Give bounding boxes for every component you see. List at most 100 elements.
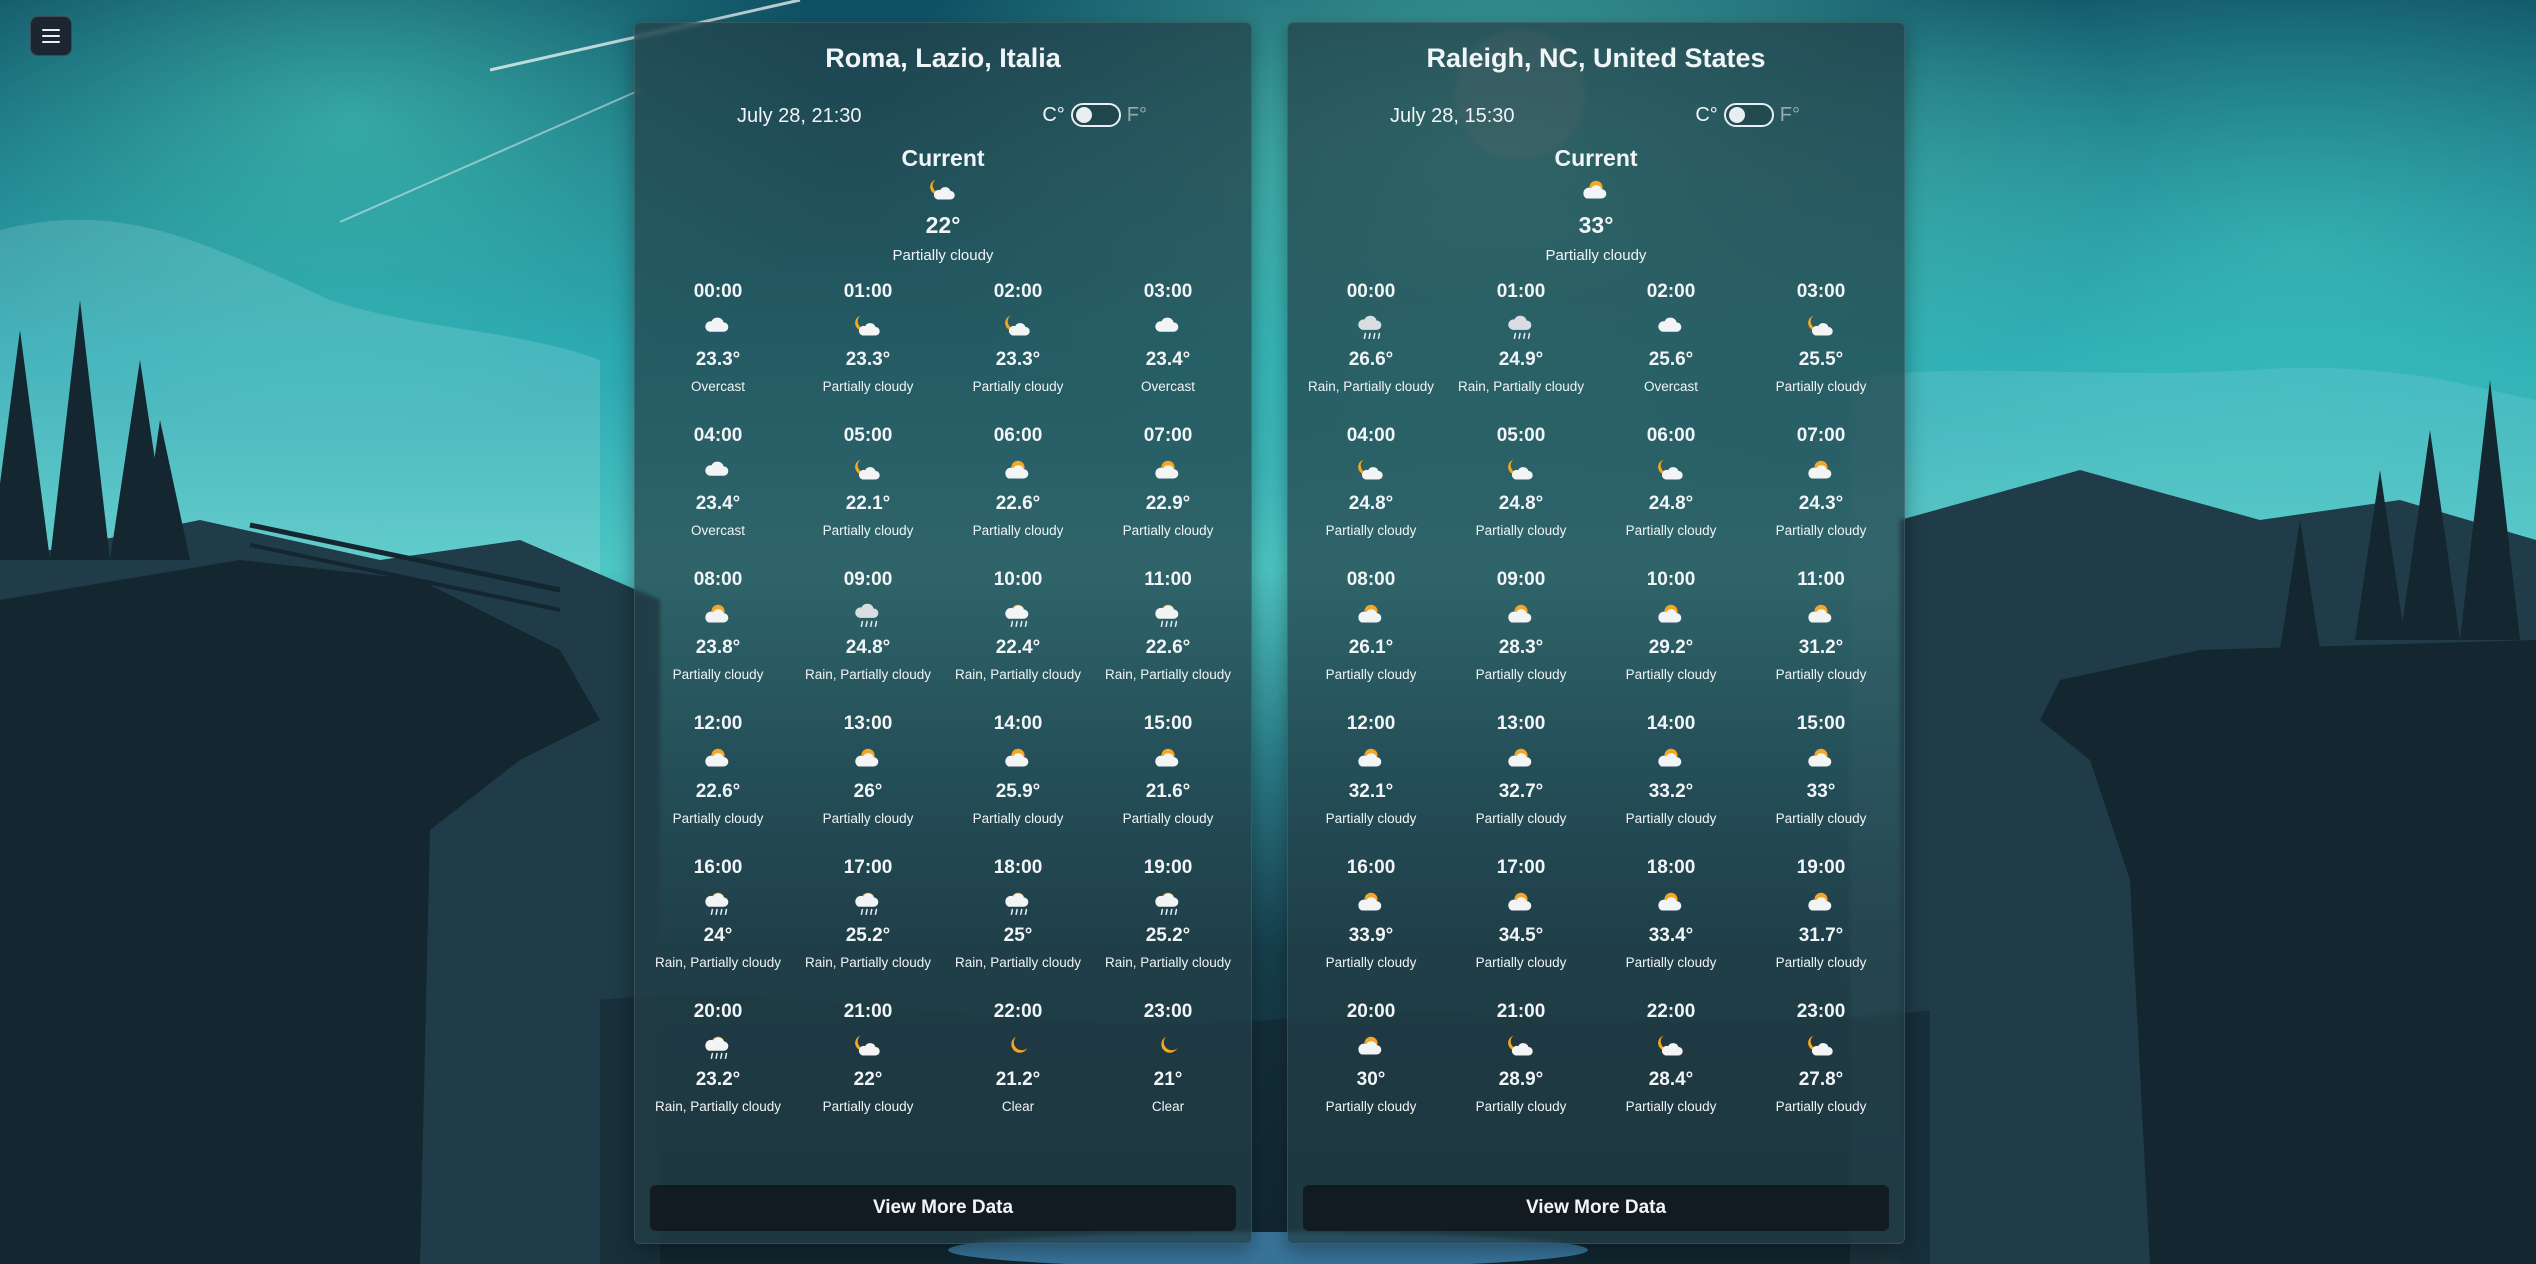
- hour-temp: 21.2°: [995, 1069, 1041, 1090]
- hourly-item: 12:00 32.1° Partially cloudy: [1296, 713, 1446, 857]
- hour-condition: Partially cloudy: [1625, 811, 1717, 826]
- day-partly-cloudy-icon: [1746, 887, 1896, 919]
- day-partly-cloudy-icon: [1446, 599, 1596, 631]
- hour-condition: Clear: [1001, 1099, 1035, 1114]
- local-datetime: July 28, 15:30: [1390, 105, 1515, 127]
- hour-temp: 22°: [853, 1069, 883, 1090]
- hourly-item: 01:00 23.3° Partially cloudy: [793, 281, 943, 425]
- hourly-item: 08:00 26.1° Partially cloudy: [1296, 569, 1446, 713]
- hour-temp: 23.3°: [695, 349, 741, 370]
- hourly-item: 13:00 26° Partially cloudy: [793, 713, 943, 857]
- hour-condition: Partially cloudy: [822, 523, 914, 538]
- hourly-item: 02:00 25.6° Overcast: [1596, 281, 1746, 425]
- view-more-button[interactable]: View More Data: [1303, 1185, 1889, 1231]
- hourly-item: 08:00 23.8° Partially cloudy: [643, 569, 793, 713]
- hour-time: 13:00: [1496, 713, 1546, 734]
- hourly-item: 19:00 31.7° Partially cloudy: [1746, 857, 1896, 1001]
- hour-time: 10:00: [993, 569, 1043, 590]
- day-partly-cloudy-icon: [1288, 176, 1904, 206]
- current-condition: Partially cloudy: [892, 247, 994, 264]
- hour-condition: Partially cloudy: [1775, 1099, 1867, 1114]
- hour-temp: 33°: [1806, 781, 1836, 802]
- hour-temp: 24°: [703, 925, 733, 946]
- current-condition: Partially cloudy: [1545, 247, 1647, 264]
- hour-condition: Partially cloudy: [1475, 955, 1567, 970]
- hourly-item: 09:00 28.3° Partially cloudy: [1446, 569, 1596, 713]
- location-title: Raleigh, NC, United States: [1426, 43, 1766, 73]
- hour-temp: 24.3°: [1798, 493, 1844, 514]
- hourly-item: 05:00 22.1° Partially cloudy: [793, 425, 943, 569]
- hour-time: 22:00: [993, 1001, 1043, 1022]
- cloud-icon: [643, 311, 793, 343]
- current-label: Current: [1554, 145, 1638, 171]
- night-partly-cloudy-icon: [1746, 1031, 1896, 1063]
- hour-time: 17:00: [1496, 857, 1546, 878]
- hour-time: 15:00: [1796, 713, 1846, 734]
- hour-time: 23:00: [1143, 1001, 1193, 1022]
- hour-condition: Rain, Partially cloudy: [1104, 955, 1232, 970]
- menu-button[interactable]: [30, 16, 72, 56]
- hour-temp: 21.6°: [1145, 781, 1191, 802]
- current-weather: Current 22° Partially cloudy: [635, 145, 1251, 264]
- hourly-item: 12:00 22.6° Partially cloudy: [643, 713, 793, 857]
- hourly-item: 10:00 22.4° Rain, Partially cloudy: [943, 569, 1093, 713]
- hourly-item: 18:00 25° Rain, Partially cloudy: [943, 857, 1093, 1001]
- hour-temp: 25°: [1003, 925, 1033, 946]
- current-weather: Current 33° Partially cloudy: [1288, 145, 1904, 264]
- hour-time: 09:00: [843, 569, 893, 590]
- hour-condition: Partially cloudy: [1475, 811, 1567, 826]
- hourly-item: 19:00 25.2° Rain, Partially cloudy: [1093, 857, 1243, 1001]
- view-more-button[interactable]: View More Data: [650, 1185, 1236, 1231]
- hour-condition: Partially cloudy: [822, 811, 914, 826]
- hour-temp: 23.4°: [1145, 349, 1191, 370]
- local-datetime: July 28, 21:30: [737, 105, 862, 127]
- hour-temp: 33.9°: [1348, 925, 1394, 946]
- hour-temp: 22.6°: [1145, 637, 1191, 658]
- moon-icon: [943, 1031, 1093, 1063]
- night-partly-cloudy-icon: [1446, 1031, 1596, 1063]
- hourly-grid: 00:00 26.6° Rain, Partially cloudy 01:00…: [1288, 281, 1904, 1145]
- day-partly-cloudy-icon: [943, 455, 1093, 487]
- hour-time: 16:00: [693, 857, 743, 878]
- fahrenheit-label: F°: [1126, 103, 1147, 126]
- day-partly-cloudy-icon: [1296, 743, 1446, 775]
- hour-condition: Partially cloudy: [1325, 667, 1417, 682]
- hour-temp: 26.6°: [1348, 349, 1394, 370]
- hour-condition: Rain, Partially cloudy: [804, 955, 932, 970]
- day-partly-cloudy-icon: [1596, 599, 1746, 631]
- toggle-knob: [1728, 107, 1745, 123]
- hourly-item: 03:00 25.5° Partially cloudy: [1746, 281, 1896, 425]
- current-temp: 33°: [1578, 212, 1614, 238]
- hour-condition: Partially cloudy: [972, 523, 1064, 538]
- hour-temp: 24.9°: [1498, 349, 1544, 370]
- day-rain-icon: [643, 1031, 793, 1063]
- hour-condition: Partially cloudy: [1775, 523, 1867, 538]
- unit-toggle[interactable]: [1723, 103, 1774, 127]
- hour-temp: 23.2°: [695, 1069, 741, 1090]
- hourly-item: 03:00 23.4° Overcast: [1093, 281, 1243, 425]
- day-partly-cloudy-icon: [1446, 743, 1596, 775]
- hour-temp: 24.8°: [845, 637, 891, 658]
- hour-condition: Partially cloudy: [1625, 667, 1717, 682]
- day-partly-cloudy-icon: [1746, 599, 1896, 631]
- hourly-item: 11:00 22.6° Rain, Partially cloudy: [1093, 569, 1243, 713]
- hour-temp: 31.2°: [1798, 637, 1844, 658]
- hour-temp: 22.6°: [695, 781, 741, 802]
- hourly-item: 09:00 24.8° Rain, Partially cloudy: [793, 569, 943, 713]
- hour-temp: 22.9°: [1145, 493, 1191, 514]
- hour-condition: Partially cloudy: [1775, 379, 1867, 394]
- day-rain-icon: [793, 887, 943, 919]
- hour-temp: 22.6°: [995, 493, 1041, 514]
- unit-toggle[interactable]: [1070, 103, 1121, 127]
- hourly-item: 06:00 22.6° Partially cloudy: [943, 425, 1093, 569]
- hour-temp: 34.5°: [1498, 925, 1544, 946]
- day-rain-icon: [643, 887, 793, 919]
- hour-condition: Partially cloudy: [1625, 523, 1717, 538]
- hour-temp: 24.8°: [1348, 493, 1394, 514]
- hour-temp: 33.2°: [1648, 781, 1694, 802]
- celsius-label: C°: [1042, 103, 1065, 126]
- hourly-item: 20:00 30° Partially cloudy: [1296, 1001, 1446, 1145]
- hourly-item: 23:00 21° Clear: [1093, 1001, 1243, 1145]
- cloud-icon: [1093, 311, 1243, 343]
- hour-condition: Partially cloudy: [1625, 1099, 1717, 1114]
